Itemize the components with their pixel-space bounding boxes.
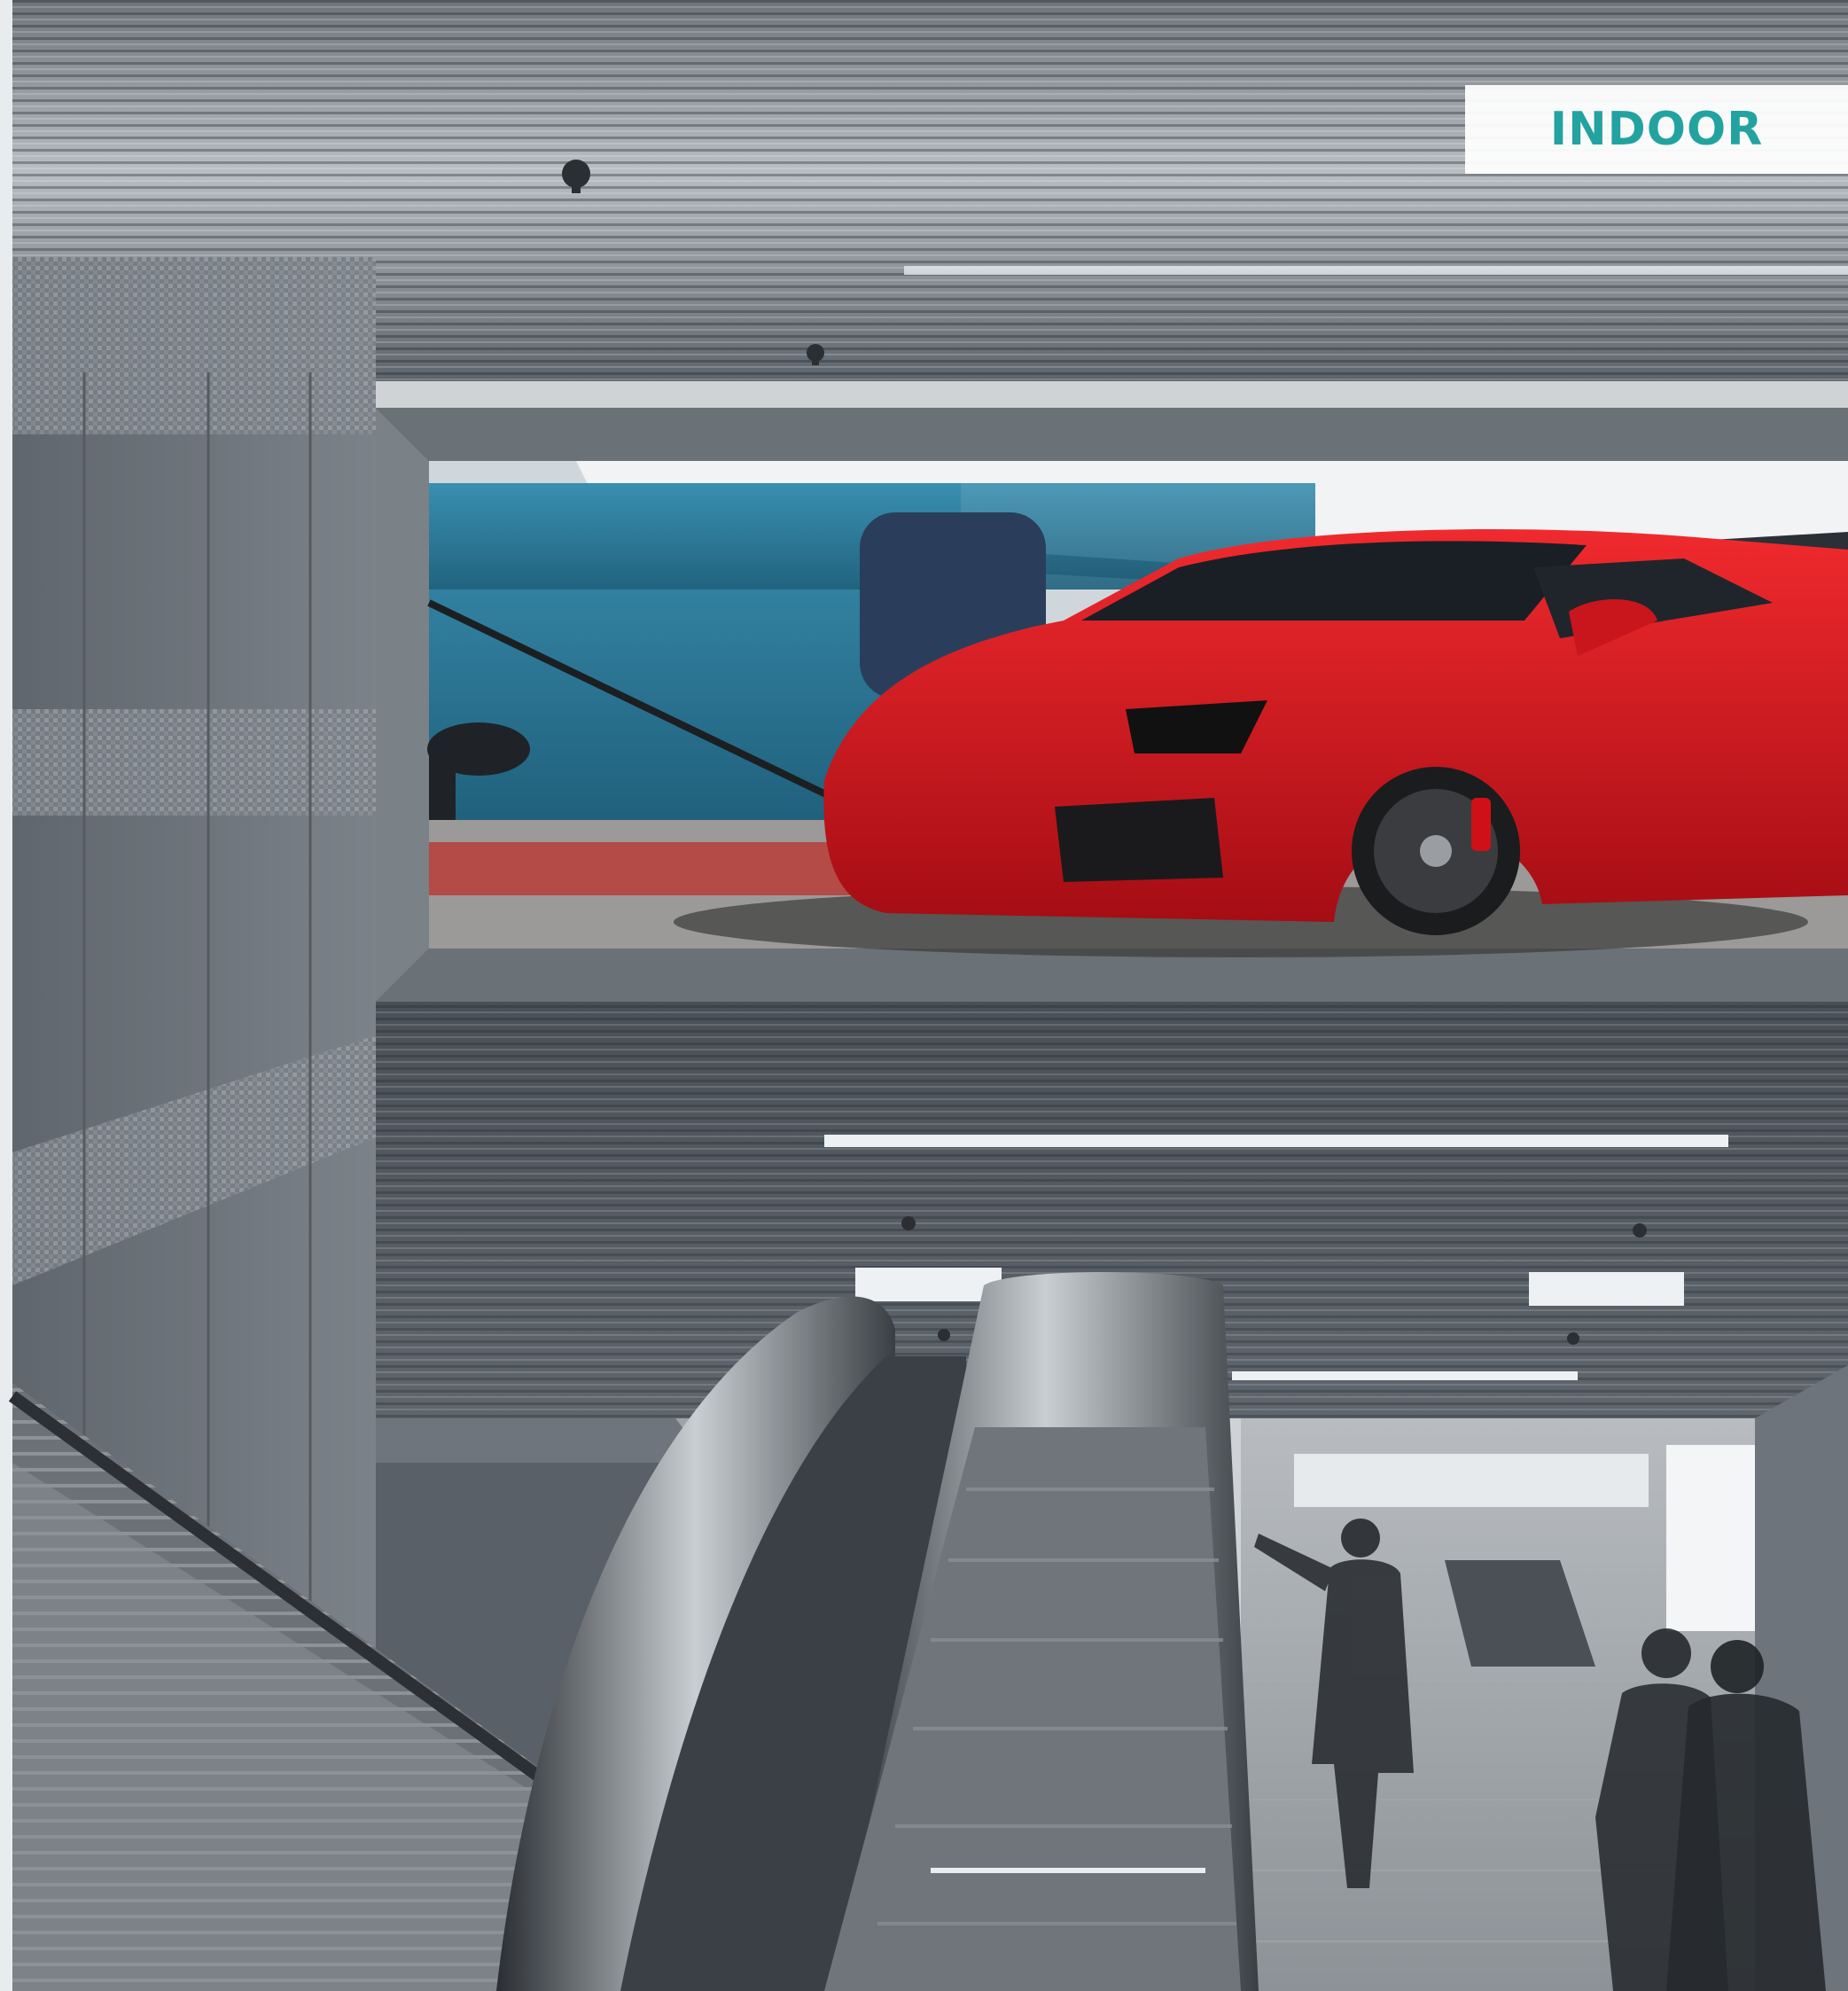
- billboard-car-ad: [427, 461, 1848, 957]
- subway-scene-illustration: [8, 0, 1848, 1991]
- indoor-label: INDOOR: [1549, 103, 1764, 156]
- indoor-badge: INDOOR: [1465, 85, 1848, 174]
- scene: INDOOR: [0, 0, 1848, 1991]
